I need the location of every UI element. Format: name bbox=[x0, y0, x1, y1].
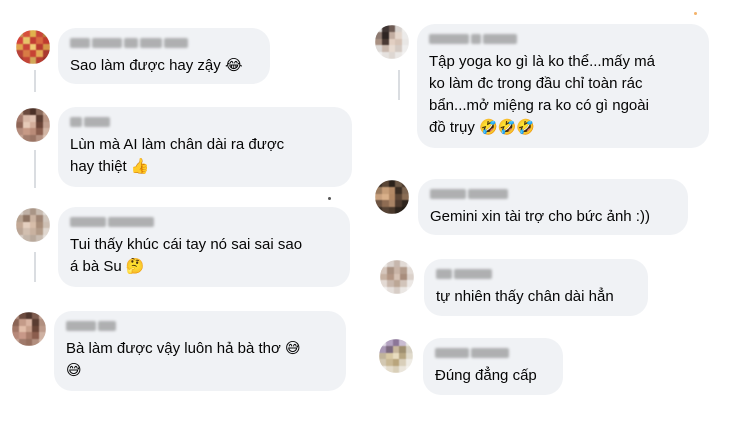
comment-text: tự nhiên thấy chân dài hẳn bbox=[436, 288, 614, 305]
comment-bubble[interactable]: Đúng đẳng cấp bbox=[423, 338, 563, 395]
comment-text: Gemini xin tài trợ cho bức ảnh :)) bbox=[430, 208, 650, 225]
reply-thread-line bbox=[398, 70, 400, 100]
reply-thread-line bbox=[34, 252, 36, 282]
avatar[interactable] bbox=[16, 108, 50, 142]
author-name-blurred[interactable] bbox=[70, 115, 340, 129]
author-name-blurred[interactable] bbox=[70, 36, 258, 50]
comment-bubble[interactable]: Tui thấy khúc cái tay nó sai sai sao á b… bbox=[58, 207, 350, 287]
author-name-blurred[interactable] bbox=[429, 32, 697, 46]
comment-text: Sao làm được hay zậy 😂 bbox=[70, 57, 243, 74]
comment-text: Bà làm được vậy luôn hả bà thơ 😅 😅 bbox=[66, 340, 301, 379]
avatar[interactable] bbox=[379, 339, 413, 373]
avatar[interactable] bbox=[12, 312, 46, 346]
comment-text: Lùn mà AI làm chân dài ra được hay thiệt… bbox=[70, 136, 285, 175]
reply-thread-line bbox=[34, 70, 36, 92]
avatar[interactable] bbox=[375, 25, 409, 59]
comment-bubble[interactable]: tự nhiên thấy chân dài hẳn bbox=[424, 259, 648, 316]
avatar[interactable] bbox=[380, 260, 414, 294]
comment-bubble[interactable]: Sao làm được hay zậy 😂 bbox=[58, 28, 270, 84]
author-name-blurred[interactable] bbox=[430, 187, 676, 201]
avatar[interactable] bbox=[16, 208, 50, 242]
comment-bubble[interactable]: Gemini xin tài trợ cho bức ảnh :)) bbox=[418, 179, 688, 235]
comment-text: Tui thấy khúc cái tay nó sai sai sao á b… bbox=[70, 236, 303, 275]
avatar[interactable] bbox=[375, 180, 409, 214]
author-name-blurred[interactable] bbox=[436, 267, 636, 281]
comment-bubble[interactable]: Tập yoga ko gì là ko thể...mấy má ko làm… bbox=[417, 24, 709, 148]
author-name-blurred[interactable] bbox=[435, 346, 551, 360]
comment-bubble[interactable]: Bà làm được vậy luôn hả bà thơ 😅 😅 bbox=[54, 311, 346, 391]
avatar[interactable] bbox=[16, 30, 50, 64]
accent-dot bbox=[694, 12, 697, 15]
author-name-blurred[interactable] bbox=[66, 319, 334, 333]
comment-text: Đúng đẳng cấp bbox=[435, 367, 537, 384]
author-name-blurred[interactable] bbox=[70, 215, 338, 229]
comment-bubble[interactable]: Lùn mà AI làm chân dài ra được hay thiệt… bbox=[58, 107, 352, 187]
accent-dot bbox=[328, 197, 331, 200]
reply-thread-line bbox=[34, 150, 36, 188]
comment-text: Tập yoga ko gì là ko thể...mấy má ko làm… bbox=[429, 53, 655, 136]
